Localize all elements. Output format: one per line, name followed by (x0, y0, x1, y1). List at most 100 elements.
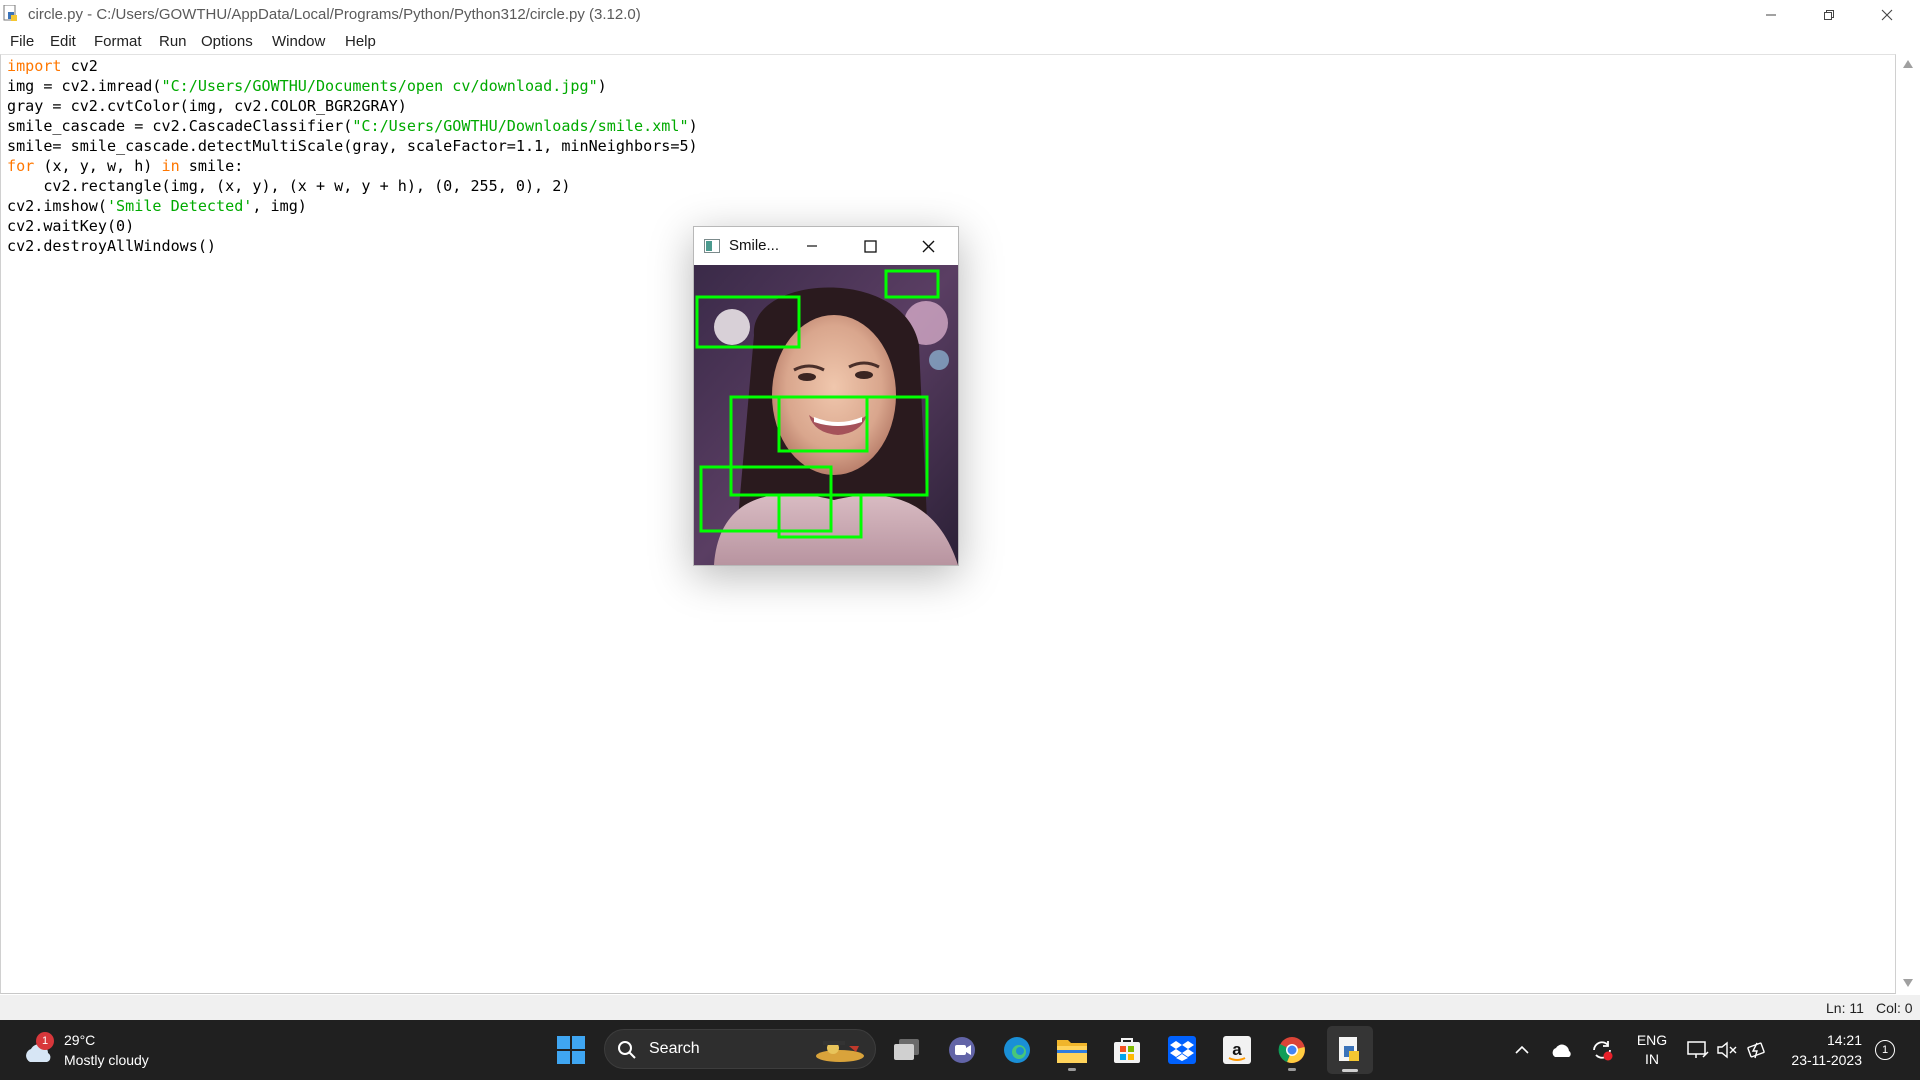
dropbox-icon (1168, 1036, 1196, 1064)
code-string: "C:/Users/GOWTHU/Downloads/smile.xml" (352, 117, 689, 135)
close-button[interactable] (1858, 0, 1916, 29)
scroll-down-icon[interactable] (1903, 979, 1913, 987)
opencv-window-title: Smile... (729, 237, 780, 254)
search-icon (618, 1041, 636, 1059)
code-keyword: import (7, 57, 62, 75)
cv-close-button[interactable] (904, 231, 952, 261)
edge-icon (1004, 1037, 1030, 1063)
edge-button[interactable] (997, 1030, 1037, 1070)
code-token: cv2 (61, 57, 98, 75)
smile-detection-image (694, 265, 958, 565)
code-token: cv2.waitKey(0) (7, 217, 135, 235)
title-bar: circle.py - C:/Users/GOWTHU/AppData/Loca… (0, 0, 1920, 29)
sync-status-button[interactable] (1582, 1030, 1622, 1070)
menu-options[interactable]: Options (201, 33, 253, 50)
chrome-button[interactable] (1272, 1030, 1312, 1071)
code-line[interactable]: cv2.destroyAllWindows() (7, 236, 698, 256)
task-view-button[interactable] (887, 1030, 927, 1070)
opencv-window-icon (704, 239, 720, 253)
minimize-icon (1766, 14, 1776, 15)
code-token: smile_cascade = cv2.CascadeClassifier( (7, 117, 353, 135)
photo (694, 265, 958, 565)
code-text[interactable]: import cv2 img = cv2.imread("C:/Users/GOW… (7, 56, 698, 256)
running-indicator (1288, 1068, 1296, 1071)
show-hidden-icons-button[interactable] (1502, 1030, 1542, 1070)
chrome-icon (1278, 1037, 1305, 1063)
store-icon (1114, 1038, 1140, 1063)
idle-taskbar-button[interactable] (1327, 1026, 1373, 1074)
weather-description: Mostly cloudy (64, 1052, 149, 1068)
amazon-icon: a (1223, 1036, 1251, 1064)
code-token: ) (688, 117, 698, 135)
code-token: , img) (252, 197, 307, 215)
search-label: Search (649, 1040, 700, 1057)
network-icon (1687, 1041, 1709, 1058)
folder-icon (1057, 1040, 1087, 1063)
code-line[interactable]: import cv2 (7, 56, 698, 76)
code-line[interactable]: for (x, y, w, h) in smile: (7, 156, 698, 176)
taskbar: 1 29°C Mostly cloudy Search a ENG IN 14:… (0, 1020, 1920, 1080)
code-token: cv2.imshow( (7, 197, 107, 215)
col-indicator: Col: 0 (1876, 1000, 1913, 1016)
file-explorer-button[interactable] (1052, 1030, 1092, 1071)
menu-window[interactable]: Window (272, 33, 325, 50)
amazon-button[interactable]: a (1217, 1030, 1257, 1070)
teams-chat-button[interactable] (942, 1030, 982, 1070)
close-icon (1881, 9, 1893, 20)
language-indicator[interactable]: ENG IN (1630, 1031, 1674, 1071)
code-token: (x, y, w, h) (34, 157, 162, 175)
code-line[interactable]: smile_cascade = cv2.CascadeClassifier("C… (7, 116, 698, 136)
code-token: smile= smile_cascade.detectMultiScale(gr… (7, 137, 698, 155)
language-label: ENG (1636, 1032, 1668, 1048)
maximize-icon (863, 239, 877, 253)
task-view-icon (894, 1039, 919, 1060)
menu-edit[interactable]: Edit (50, 33, 76, 50)
code-token: cv2.rectangle(img, (x, y), (x + w, y + h… (7, 177, 571, 195)
weather-badge: 1 (36, 1032, 54, 1050)
windows-icon (557, 1036, 585, 1064)
code-line[interactable]: cv2.imshow('Smile Detected', img) (7, 196, 698, 216)
running-indicator (1068, 1068, 1076, 1071)
line-indicator: Ln: 11 (1826, 1000, 1864, 1016)
menu-help[interactable]: Help (345, 33, 376, 50)
code-token: gray = cv2.cvtColor(img, cv2.COLOR_BGR2G… (7, 97, 407, 115)
code-line[interactable]: smile= smile_cascade.detectMultiScale(gr… (7, 136, 698, 156)
cv-maximize-button[interactable] (846, 231, 894, 261)
code-token: img = cv2.imread( (7, 77, 162, 95)
active-indicator (1342, 1069, 1358, 1072)
notification-badge[interactable]: 1 (1875, 1040, 1895, 1060)
taskbar-search-box[interactable]: Search (604, 1029, 876, 1069)
status-bar: Ln: 11 Col: 0 (0, 995, 1920, 1020)
minimize-button[interactable] (1742, 0, 1800, 29)
dropbox-button[interactable] (1162, 1030, 1202, 1070)
region-label: IN (1645, 1051, 1659, 1067)
menu-format[interactable]: Format (94, 33, 142, 50)
scroll-up-icon[interactable] (1903, 60, 1913, 68)
code-line[interactable]: cv2.rectangle(img, (x, y), (x + w, y + h… (7, 176, 698, 196)
start-button[interactable] (551, 1030, 591, 1070)
ms-store-button[interactable] (1107, 1030, 1147, 1070)
restore-button[interactable] (1800, 0, 1858, 29)
code-line[interactable]: cv2.waitKey(0) (7, 216, 698, 236)
cv-minimize-button[interactable] (788, 231, 836, 261)
code-token: ) (597, 77, 607, 95)
volume-muted-icon (1717, 1041, 1737, 1059)
close-icon (922, 240, 934, 252)
menu-file[interactable]: File (10, 33, 34, 50)
menu-run[interactable]: Run (159, 33, 187, 50)
weather-widget[interactable]: 1 29°C Mostly cloudy (20, 1032, 149, 1072)
code-string: 'Smile Detected' (106, 197, 253, 215)
opencv-window[interactable]: Smile... (693, 226, 959, 566)
clock[interactable]: 14:21 23-11-2023 (1780, 1030, 1862, 1070)
search-highlight-icon (816, 1041, 864, 1062)
battery-button[interactable] (1737, 1030, 1777, 1070)
code-line[interactable]: gray = cv2.cvtColor(img, cv2.COLOR_BGR2G… (7, 96, 698, 116)
code-keyword: in (161, 157, 180, 175)
code-token: cv2.destroyAllWindows() (7, 237, 217, 255)
python-idle-icon (1339, 1037, 1359, 1061)
code-string: "C:/Users/GOWTHU/Documents/open cv/downl… (161, 77, 598, 95)
svg-text:a: a (1232, 1040, 1242, 1059)
onedrive-button[interactable] (1542, 1030, 1582, 1070)
vertical-scrollbar[interactable] (1896, 54, 1920, 994)
code-line[interactable]: img = cv2.imread("C:/Users/GOWTHU/Docume… (7, 76, 698, 96)
